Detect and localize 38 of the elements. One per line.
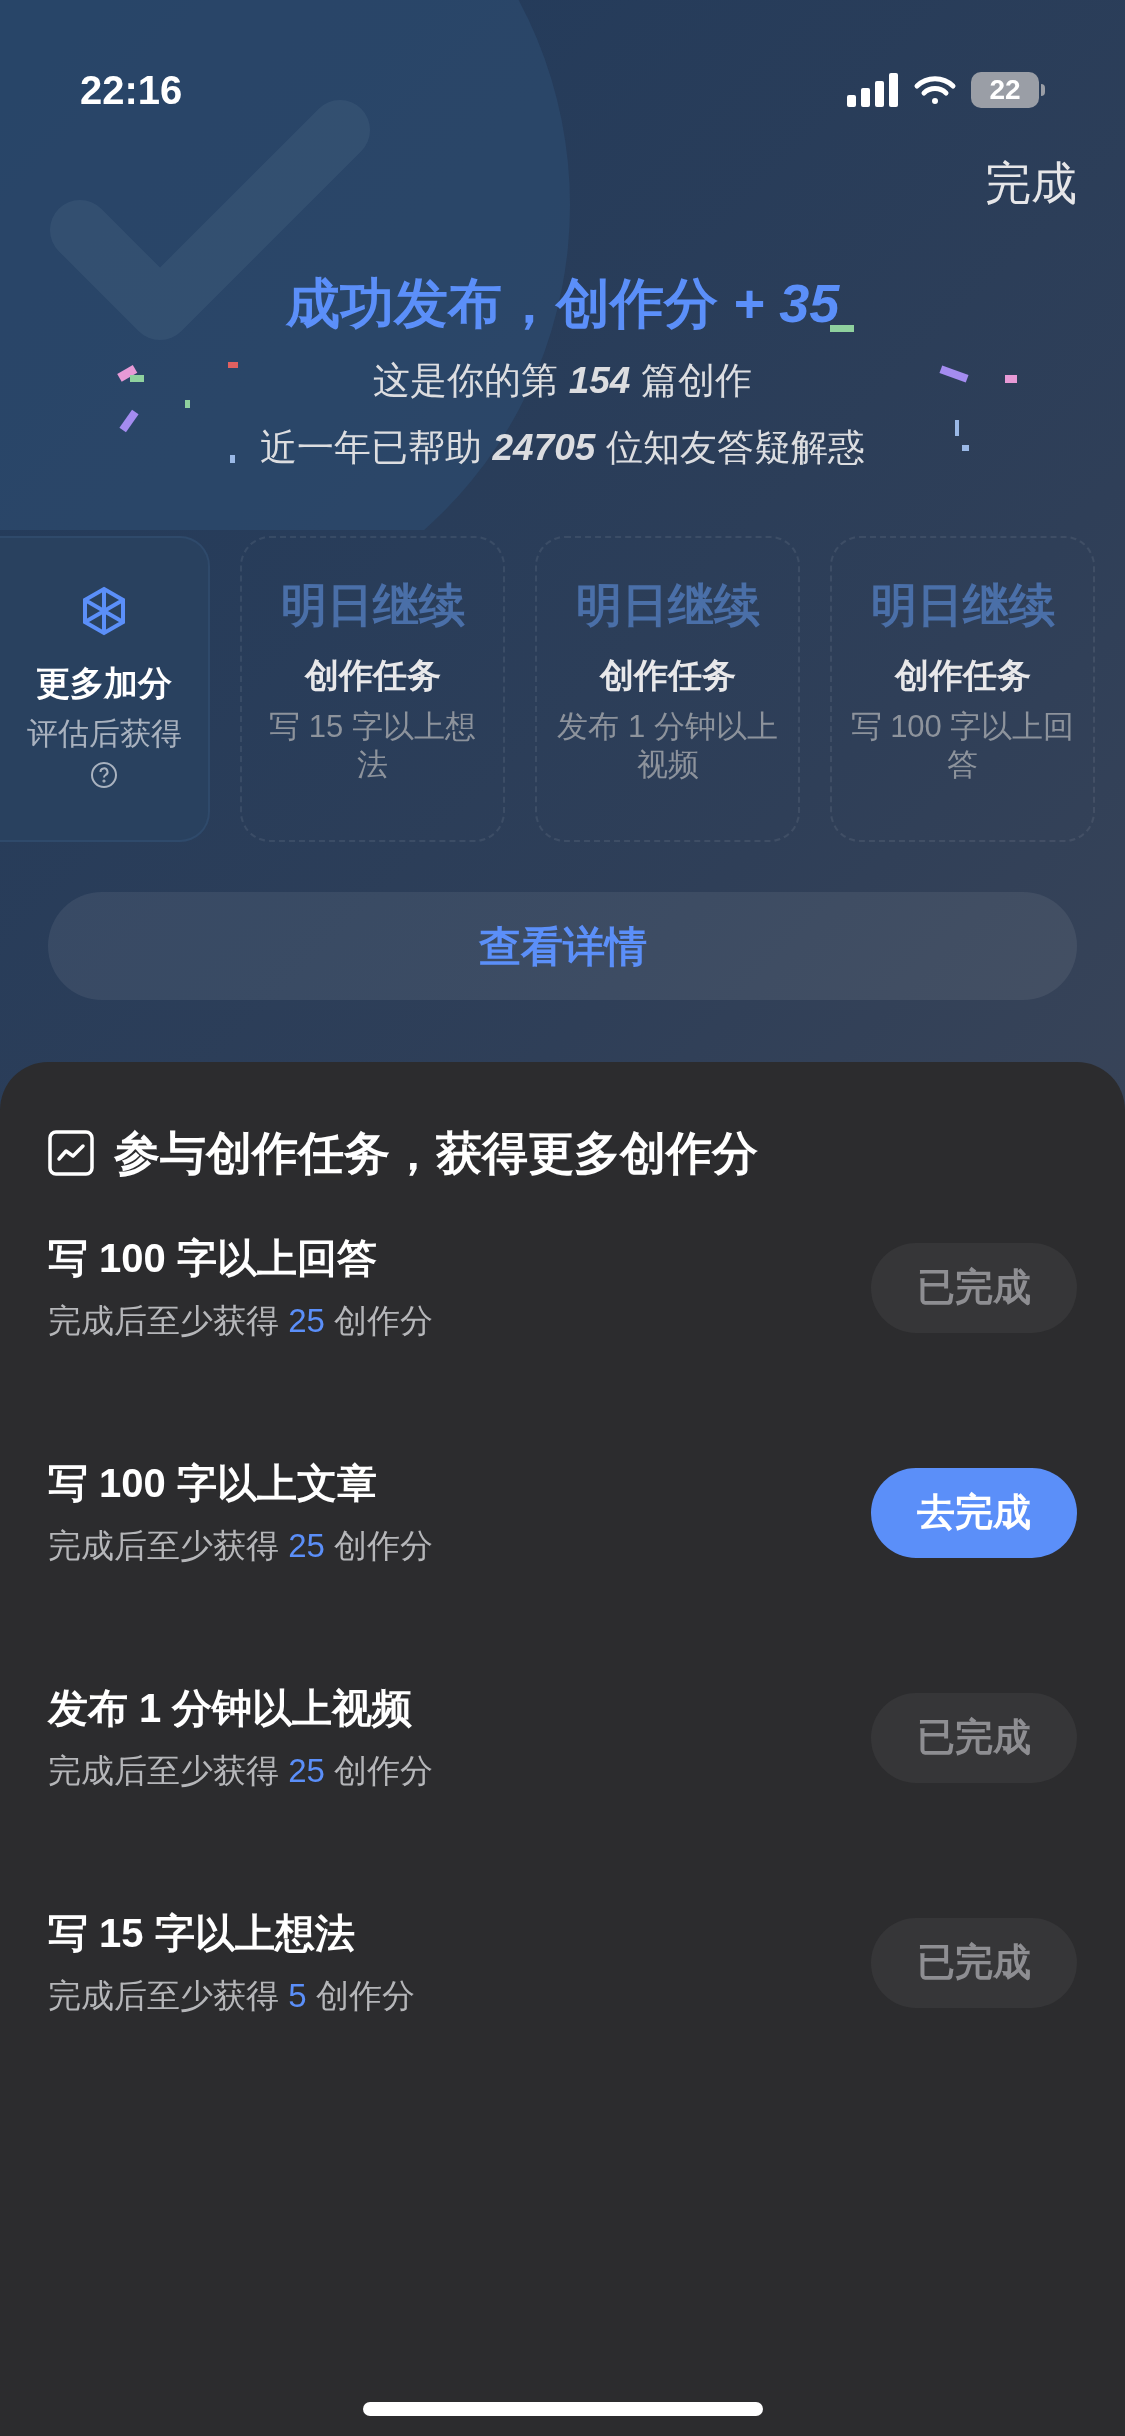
card-status: 明日继续: [870, 582, 1055, 628]
task-title: 写 100 字以上文章: [48, 1463, 378, 1503]
task-card[interactable]: 明日继续 创作任务 发布 1 分钟以上视频: [535, 536, 800, 842]
card-description: 写 100 字以上回答: [850, 708, 1075, 784]
wifi-icon: [913, 74, 957, 106]
task-card[interactable]: 明日继续 创作任务 写 15 字以上想法: [240, 536, 505, 842]
task-title: 发布 1 分钟以上视频: [48, 1688, 414, 1728]
task-title: 写 15 字以上想法: [48, 1913, 356, 1953]
stat-line: 近一年已帮助 24705 位知友答疑解惑: [260, 429, 865, 466]
done-link[interactable]: 完成: [985, 160, 1077, 206]
help-icon[interactable]: [90, 761, 118, 789]
trend-chart-icon: [48, 1130, 94, 1176]
task-action-button[interactable]: 已完成: [871, 1242, 1077, 1333]
card-note: 评估后获得: [26, 718, 182, 749]
task-card[interactable]: 明日继续 创作任务 写 100 字以上回答: [830, 536, 1095, 842]
task-reward: 完成后至少获得 25 创作分: [48, 1754, 434, 1787]
card-description: 发布 1 分钟以上视频: [556, 708, 779, 784]
signal-icon: [847, 73, 899, 107]
bonus-card[interactable]: 更多加分 评估后获得: [0, 536, 210, 842]
task-action-button[interactable]: 已完成: [871, 1917, 1077, 2008]
hexagon-network-icon: [81, 586, 127, 636]
card-title: 创作任务: [894, 658, 1031, 692]
task-title: 写 100 字以上回答: [48, 1238, 378, 1278]
card-status: 明日继续: [575, 582, 760, 628]
card-status: 明日继续: [280, 582, 465, 628]
task-reward: 完成后至少获得 25 创作分: [48, 1529, 434, 1562]
card-title: 创作任务: [304, 658, 441, 692]
task-reward: 完成后至少获得 25 创作分: [48, 1304, 434, 1337]
success-headline: 成功发布，创作分 + 35: [285, 276, 840, 330]
stat-line: 这是你的第 154 篇创作: [373, 362, 752, 399]
status-time: 22:16: [80, 70, 183, 110]
card-description: 写 15 字以上想法: [268, 708, 477, 784]
task-action-button[interactable]: 已完成: [871, 1692, 1077, 1783]
card-title: 更多加分: [36, 666, 172, 700]
card-title: 创作任务: [599, 658, 736, 692]
sheet-title: 参与创作任务，获得更多创作分: [114, 1130, 758, 1176]
battery-indicator: 22: [971, 72, 1045, 108]
task-reward: 完成后至少获得 5 创作分: [48, 1979, 415, 2012]
